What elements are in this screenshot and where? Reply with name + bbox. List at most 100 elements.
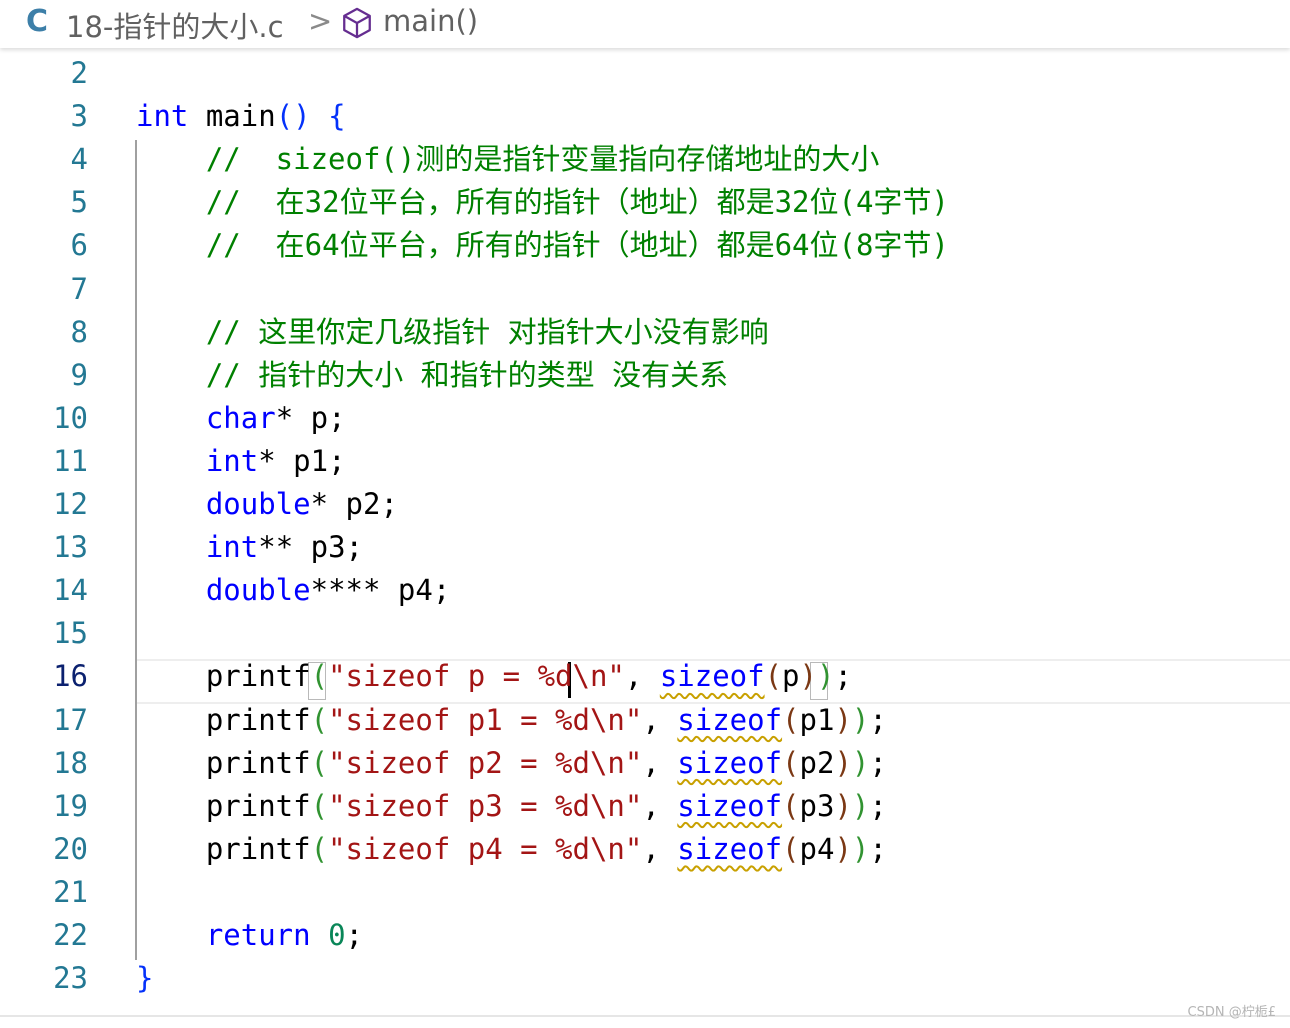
line-number: 18 <box>53 745 88 780</box>
line-number: 14 <box>53 573 88 608</box>
code-line[interactable]: printf("sizeof p2 = %d\n", sizeof(p2)); <box>136 742 1290 785</box>
code-token: , <box>642 831 678 866</box>
code-token: , <box>642 788 678 823</box>
code-token: // 这里你定几级指针 对指针大小没有影响 <box>136 314 769 349</box>
code-token: ) <box>834 831 852 866</box>
code-token: printf <box>136 831 311 866</box>
code-token: ) <box>851 702 870 737</box>
code-token: ( <box>782 745 800 780</box>
code-token: printf <box>136 702 311 737</box>
code-token: { <box>328 99 346 134</box>
code-line[interactable]: // 在64位平台，所有的指针（地址）都是64位(8字节) <box>136 224 1290 267</box>
code-token: ( <box>310 788 329 823</box>
code-token: printf <box>136 788 311 823</box>
line-number: 11 <box>53 443 88 478</box>
line-number: 6 <box>70 228 88 263</box>
code-token: ; <box>869 788 887 823</box>
code-token: ; <box>869 745 887 780</box>
code-token: } <box>136 961 154 996</box>
line-number: 3 <box>70 99 88 134</box>
breadcrumb: C 18-指针的大小.c > main() <box>0 0 1290 48</box>
code-line[interactable]: int* p1; <box>136 440 1290 483</box>
line-number: 13 <box>53 530 88 565</box>
c-language-icon: C <box>26 4 49 39</box>
line-number: 12 <box>53 487 88 521</box>
code-token: ( <box>310 745 329 780</box>
code-token-warning: sizeof <box>659 659 765 694</box>
code-token: 0 <box>328 918 346 952</box>
code-token-warning: sizeof <box>677 745 783 780</box>
line-number: 9 <box>70 357 88 392</box>
line-number: 8 <box>70 314 88 349</box>
code-line[interactable]: printf("sizeof p1 = %d\n", sizeof(p1)); <box>136 699 1290 742</box>
code-line[interactable]: // sizeof()测的是指针变量指向存储地址的大小 <box>136 138 1290 181</box>
code-line[interactable]: // 在32位平台，所有的指针（地址）都是32位(4字节) <box>136 181 1290 224</box>
code-token: ( <box>310 831 329 866</box>
code-token: p <box>782 659 800 694</box>
code-token: ( <box>782 831 800 866</box>
code-token: ; <box>345 918 364 952</box>
line-number: 22 <box>53 918 88 952</box>
code-token: // sizeof()测的是指针变量指向存储地址的大小 <box>136 142 880 177</box>
code-line[interactable]: printf("sizeof p3 = %d\n", sizeof(p3)); <box>136 785 1290 828</box>
line-number: 21 <box>53 874 88 909</box>
chevron-right-icon: > <box>308 4 333 38</box>
code-line[interactable]: char* p; <box>136 397 1290 440</box>
code-token: int <box>205 530 259 565</box>
code-line[interactable]: int** p3; <box>136 526 1290 569</box>
line-number: 10 <box>53 400 88 435</box>
code-token: "sizeof p1 = %d\n" <box>328 702 643 737</box>
code-editor[interactable]: 2 3 int main() { 4 // sizeof()测的是指针变量指向存储地址… <box>0 50 1290 1016</box>
code-token: p4 <box>799 831 835 866</box>
code-token: p2 <box>799 745 835 780</box>
line-number: 2 <box>70 56 88 90</box>
code-token: ( <box>310 659 329 694</box>
code-token: char <box>205 400 276 435</box>
code-token: "sizeof p4 = %d\n" <box>328 831 643 866</box>
code-token: double <box>205 573 311 608</box>
code-token: * p2; <box>310 487 398 521</box>
code-token: ) <box>834 745 852 780</box>
code-token: , <box>624 659 660 694</box>
breadcrumb-function-name[interactable]: main() <box>383 4 478 38</box>
code-token: ** p3; <box>258 530 363 565</box>
watermark: CSDN @柠栀£ <box>1187 1005 1276 1020</box>
code-token: // 在64位平台，所有的指针（地址）都是64位(8字节) <box>136 228 949 263</box>
code-line[interactable]: double**** p4; <box>136 569 1290 612</box>
code-token-warning: sizeof <box>677 702 783 737</box>
line-number: 16 <box>53 659 88 694</box>
code-line[interactable]: return 0; <box>136 914 1290 957</box>
code-token: * p; <box>275 400 346 435</box>
code-token: * p1; <box>258 443 346 478</box>
code-line[interactable]: } <box>136 957 1290 1000</box>
code-line[interactable]: double* p2; <box>136 483 1290 526</box>
code-token: int <box>205 443 259 478</box>
code-token-warning: sizeof <box>677 831 783 866</box>
code-token: ) <box>816 659 835 694</box>
code-line[interactable]: // 指针的大小 和指针的类型 没有关系 <box>136 354 1290 397</box>
code-token: ( <box>764 659 783 694</box>
breadcrumb-file-name[interactable]: 18-指针的大小.c <box>66 4 284 46</box>
code-token: **** p4; <box>310 573 451 608</box>
code-token: "sizeof p3 = %d\n" <box>328 788 643 823</box>
line-number: 19 <box>53 788 88 823</box>
code-line[interactable]: int main() { <box>136 95 1290 138</box>
code-token-warning: sizeof <box>677 788 783 823</box>
code-token: p3 <box>799 788 835 823</box>
line-number: 17 <box>53 702 88 737</box>
code-token: // 在32位平台，所有的指针（地址）都是32位(4字节) <box>136 185 949 220</box>
line-number: 7 <box>70 271 88 306</box>
code-line[interactable]: printf("sizeof p4 = %d\n", sizeof(p4)); <box>136 828 1290 871</box>
code-token: ) <box>834 788 852 823</box>
line-number: 4 <box>70 142 88 177</box>
code-token: ( <box>310 702 329 737</box>
bottom-divider <box>0 1015 1290 1017</box>
code-token: printf <box>136 659 311 694</box>
code-line[interactable]: printf("sizeof p = %d\n", sizeof(p)); <box>136 655 1290 698</box>
code-line[interactable]: // 这里你定几级指针 对指针大小没有影响 <box>136 311 1290 354</box>
